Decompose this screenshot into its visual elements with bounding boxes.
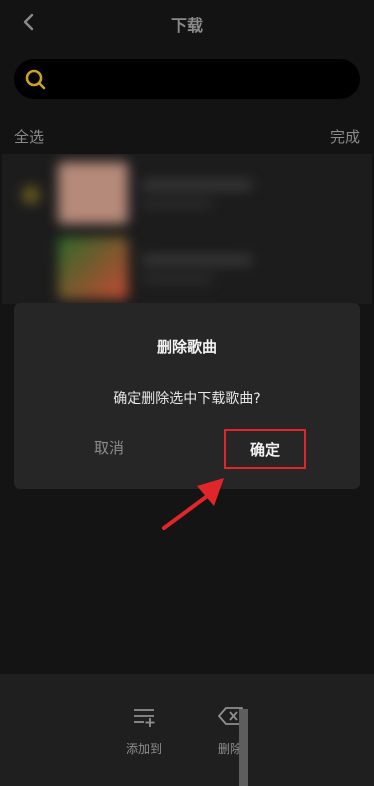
scrollbar[interactable] [239,709,248,786]
song-title-placeholder [142,180,252,190]
dialog-message: 确定删除选中下载歌曲? [113,391,261,407]
top-bar: 下载 [0,0,374,46]
checkbox-icon[interactable] [22,186,40,204]
add-to-button[interactable]: 添加到 [122,702,166,762]
dialog-title: 删除歌曲 [156,338,217,356]
select-all-button[interactable]: 全选 [14,126,44,147]
bottom-action-bar: 添加到 删除 [0,674,374,786]
search-icon [25,69,46,90]
song-list [2,154,372,304]
done-button[interactable]: 完成 [330,126,360,147]
album-cover [58,237,128,299]
add-to-playlist-icon [134,709,155,727]
search-bar[interactable] [14,59,360,99]
page-title: 下载 [170,16,203,35]
cancel-button[interactable]: 取消 [84,431,134,465]
song-title-placeholder [142,255,252,265]
confirm-button[interactable]: 确定 [224,429,306,469]
song-artist-placeholder [142,200,212,208]
list-item[interactable] [2,229,372,304]
list-item[interactable] [2,154,372,229]
pointer-arrow-icon [162,478,224,530]
song-artist-placeholder [142,275,212,283]
delete-dialog: 删除歌曲 确定删除选中下载歌曲? 取消 确定 [14,303,360,489]
add-to-label: 添加到 [125,742,162,756]
album-cover [58,162,128,224]
